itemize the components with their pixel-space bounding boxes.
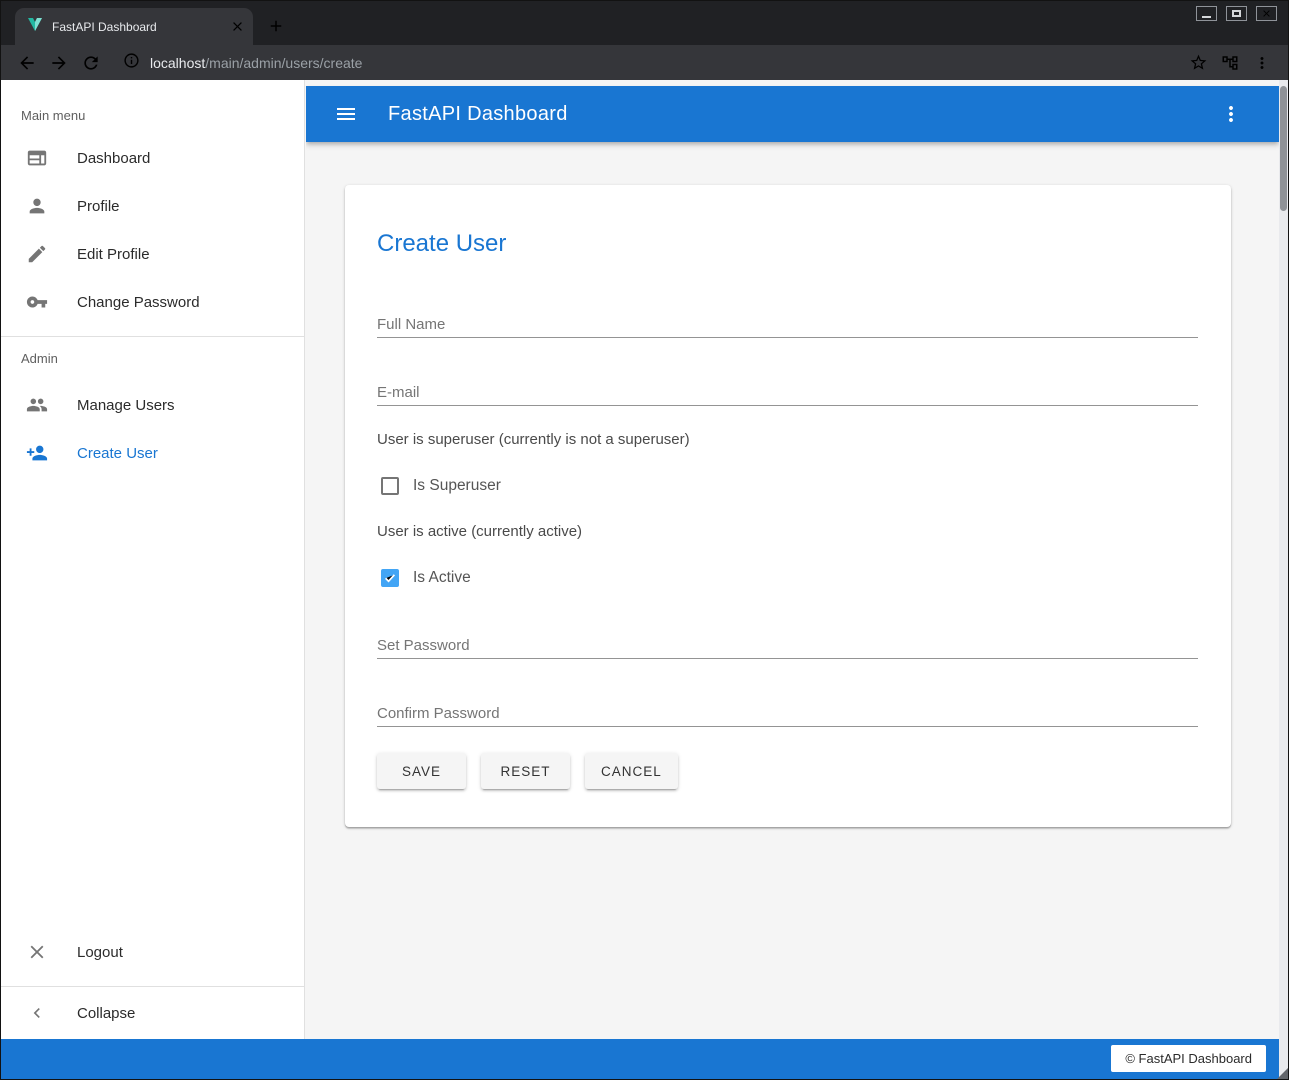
- new-tab-button[interactable]: [264, 14, 288, 38]
- url-text: localhost/main/admin/users/create: [150, 55, 362, 71]
- window-close-button[interactable]: [1256, 6, 1277, 21]
- confirm-password-input[interactable]: [377, 701, 1198, 727]
- url-path: /main/admin/users/create: [205, 55, 362, 71]
- close-icon: [25, 940, 49, 964]
- sidebar-main-nav: Dashboard Profile Edit Profile: [1, 134, 304, 326]
- sidebar-item-collapse[interactable]: Collapse: [1, 987, 304, 1039]
- sidebar-bottom: Logout Collapse: [1, 928, 304, 1039]
- tab-title: FastAPI Dashboard: [52, 20, 230, 34]
- sidebar-item-dashboard[interactable]: Dashboard: [1, 134, 304, 182]
- create-user-card: Create User User is superuser (currently…: [345, 185, 1231, 827]
- sidebar-section-main-menu: Main menu: [1, 106, 304, 126]
- active-note: User is active (currently active): [377, 522, 1198, 542]
- browser-titlebar: FastAPI Dashboard: [1, 1, 1288, 45]
- window-minimize-button[interactable]: [1196, 6, 1217, 21]
- window-controls: [1196, 6, 1277, 21]
- people-icon: [25, 393, 49, 417]
- browser-menu-icon[interactable]: [1246, 49, 1278, 77]
- chevron-left-icon: [25, 1001, 49, 1025]
- browser-tab[interactable]: FastAPI Dashboard: [15, 8, 253, 45]
- site-info-icon[interactable]: [123, 52, 140, 74]
- cancel-button[interactable]: CANCEL: [585, 753, 678, 789]
- pencil-icon: [25, 242, 49, 266]
- full-name-field: [377, 312, 1198, 338]
- reload-icon[interactable]: [75, 49, 107, 77]
- vuetify-logo-icon: [27, 16, 43, 37]
- dashboard-icon: [25, 146, 49, 170]
- superuser-checkbox-row: Is Superuser: [377, 474, 1198, 498]
- copyright: © FastAPI Dashboard: [1111, 1045, 1266, 1072]
- person-icon: [25, 194, 49, 218]
- set-password-input[interactable]: [377, 633, 1198, 659]
- sidebar: Main menu Dashboard Profile: [1, 80, 305, 1039]
- main-area: FastAPI Dashboard Create User User is su…: [306, 80, 1279, 1039]
- active-checkbox[interactable]: [381, 569, 399, 587]
- extension-icon[interactable]: [1214, 49, 1246, 77]
- back-icon[interactable]: [11, 49, 43, 77]
- sidebar-item-logout[interactable]: Logout: [1, 928, 304, 976]
- sidebar-admin-nav: Manage Users Create User: [1, 381, 304, 477]
- email-field: [377, 380, 1198, 406]
- sidebar-item-create-user[interactable]: Create User: [1, 429, 304, 477]
- key-icon: [25, 290, 49, 314]
- app-menu-icon[interactable]: [1219, 102, 1243, 126]
- hamburger-menu-icon[interactable]: [334, 102, 358, 126]
- superuser-checkbox[interactable]: [381, 477, 399, 495]
- sidebar-item-label: Profile: [77, 198, 120, 215]
- sidebar-item-manage-users[interactable]: Manage Users: [1, 381, 304, 429]
- bookmark-star-icon[interactable]: [1182, 49, 1214, 77]
- sidebar-item-label: Logout: [77, 944, 123, 961]
- email-input[interactable]: [377, 380, 1198, 406]
- full-name-input[interactable]: [377, 312, 1198, 338]
- active-checkbox-label: Is Active: [413, 569, 471, 587]
- url-bar[interactable]: localhost/main/admin/users/create: [115, 49, 1174, 77]
- browser-toolbar: localhost/main/admin/users/create: [1, 45, 1288, 80]
- superuser-note: User is superuser (currently is not a su…: [377, 430, 1198, 450]
- app-footer: © FastAPI Dashboard: [1, 1039, 1279, 1079]
- sidebar-item-profile[interactable]: Profile: [1, 182, 304, 230]
- sidebar-item-label: Collapse: [77, 1005, 135, 1022]
- app-bar: FastAPI Dashboard: [306, 86, 1279, 142]
- active-checkbox-row: Is Active: [377, 566, 1198, 590]
- sidebar-item-change-password[interactable]: Change Password: [1, 278, 304, 326]
- forward-icon[interactable]: [43, 49, 75, 77]
- web-page: Main menu Dashboard Profile: [1, 80, 1288, 1079]
- sidebar-divider: [1, 336, 304, 337]
- page-title: Create User: [377, 229, 1198, 258]
- scrollbar-thumb[interactable]: [1280, 86, 1287, 211]
- window-maximize-button[interactable]: [1226, 6, 1247, 21]
- url-host: localhost: [150, 55, 205, 71]
- page-scrollbar[interactable]: [1279, 80, 1288, 1079]
- sidebar-item-label: Create User: [77, 445, 158, 462]
- form-actions: SAVE RESET CANCEL: [377, 753, 1198, 789]
- browser-window: FastAPI Dashboard: [0, 0, 1289, 1080]
- person-add-icon: [25, 441, 49, 465]
- sidebar-item-label: Manage Users: [77, 397, 175, 414]
- reset-button[interactable]: RESET: [481, 753, 570, 789]
- set-password-field: [377, 633, 1198, 659]
- sidebar-item-label: Change Password: [77, 294, 200, 311]
- sidebar-item-edit-profile[interactable]: Edit Profile: [1, 230, 304, 278]
- sidebar-item-label: Dashboard: [77, 150, 150, 167]
- sidebar-section-admin: Admin: [1, 349, 304, 369]
- superuser-checkbox-label: Is Superuser: [413, 477, 501, 495]
- sidebar-item-label: Edit Profile: [77, 246, 150, 263]
- confirm-password-field: [377, 701, 1198, 727]
- save-button[interactable]: SAVE: [377, 753, 466, 789]
- tab-close-icon[interactable]: [230, 19, 245, 34]
- resize-grip-icon: [1277, 1068, 1288, 1079]
- app-title: FastAPI Dashboard: [388, 103, 568, 126]
